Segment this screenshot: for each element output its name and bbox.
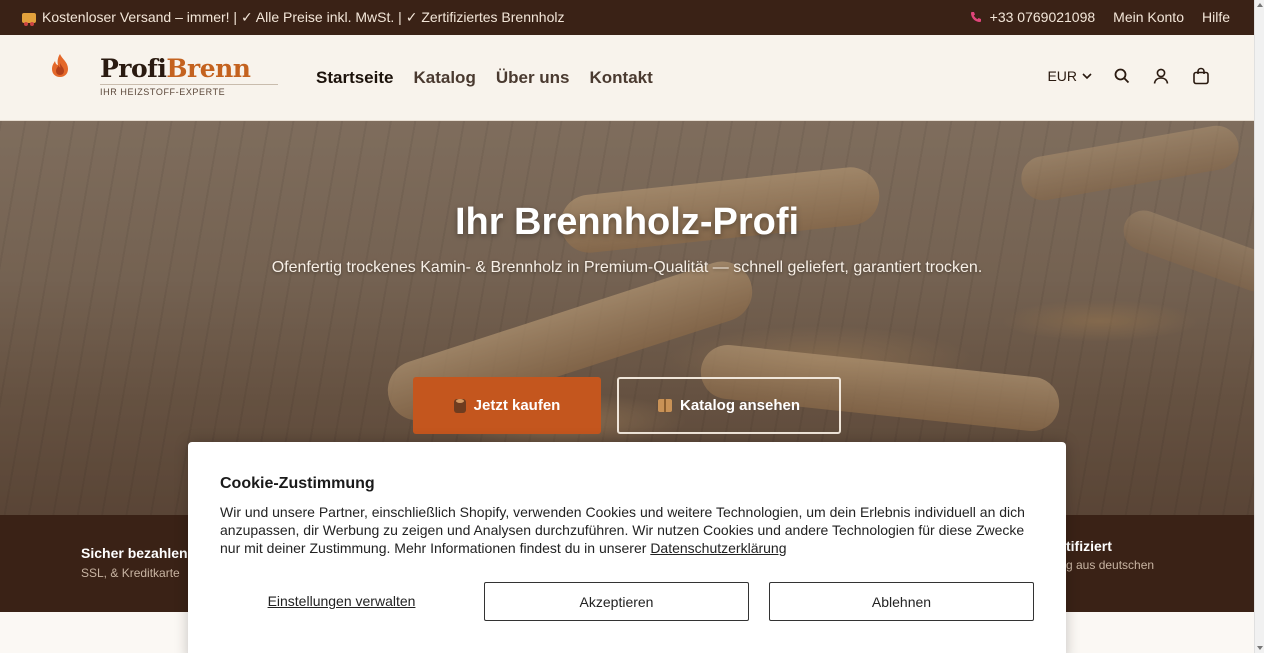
logo-divider: [100, 84, 278, 85]
scroll-up-icon[interactable]: [1257, 3, 1263, 7]
privacy-policy-link[interactable]: Datenschutzerklärung: [650, 540, 786, 556]
hero-title: Ihr Brennholz-Profi: [454, 201, 800, 243]
cookie-text: Wir und unsere Partner, einschließlich S…: [220, 503, 1040, 557]
phone-icon: [970, 12, 981, 22]
nav-kontakt[interactable]: Kontakt: [590, 68, 653, 88]
cookie-consent-dialog: Cookie-Zustimmung Wir und unsere Partner…: [188, 442, 1066, 653]
view-catalog-button[interactable]: Katalog ansehen: [617, 377, 841, 434]
announcement-text: Kostenloser Versand – immer! | ✓ Alle Pr…: [42, 9, 565, 25]
account-icon[interactable]: [1152, 67, 1170, 85]
search-icon[interactable]: [1114, 68, 1130, 84]
hero-subtitle: Ofenfertig trockenes Kamin- & Brennholz …: [271, 259, 983, 276]
header-tools: EUR: [1047, 67, 1210, 85]
scrollbar[interactable]: [1254, 0, 1264, 653]
view-catalog-label: Katalog ansehen: [679, 397, 801, 414]
main-nav: Startseite Katalog Über uns Kontakt: [316, 68, 653, 88]
cookie-title: Cookie-Zustimmung: [220, 475, 375, 492]
nav-startseite[interactable]: Startseite: [316, 68, 393, 88]
cookie-body: Wir und unsere Partner, einschließlich S…: [220, 504, 1025, 556]
logo-wordmark: ProfiBrenn: [100, 54, 251, 83]
manage-settings-button[interactable]: Einstellungen verwalten: [220, 582, 463, 620]
announcement-bar: Kostenloser Versand – immer! | ✓ Alle Pr…: [0, 0, 1254, 35]
package-icon: [657, 399, 672, 412]
trust-item-certified-subtitle: g aus deutschen: [1066, 558, 1155, 572]
phone-link[interactable]: +33 0769021098: [970, 9, 1096, 25]
account-link[interactable]: Mein Konto: [1113, 9, 1184, 25]
help-link[interactable]: Hilfe: [1202, 9, 1230, 25]
site-header: ProfiBrenn IHR HEIZSTOFF-EXPERTE Startse…: [0, 35, 1254, 121]
nav-katalog[interactable]: Katalog: [413, 68, 475, 88]
firewood-icon: [453, 398, 466, 413]
currency-selector[interactable]: EUR: [1047, 68, 1092, 84]
scroll-down-icon[interactable]: [1257, 646, 1263, 650]
chevron-down-icon: [1082, 72, 1092, 79]
accept-button[interactable]: Akzeptieren: [484, 582, 749, 621]
logo-word-part2: Brenn: [166, 54, 251, 83]
buy-now-label: Jetzt kaufen: [473, 397, 561, 414]
nav-ueber-uns[interactable]: Über uns: [496, 68, 570, 88]
flame-icon: [52, 54, 68, 77]
logo[interactable]: ProfiBrenn IHR HEIZSTOFF-EXPERTE: [48, 53, 280, 101]
topbar-links: +33 0769021098 Mein Konto Hilfe: [970, 9, 1230, 25]
trust-item-payment-subtitle: SSL, & Kreditkarte: [81, 566, 180, 580]
trust-item-certified-title: tifiziert: [1066, 538, 1112, 554]
phone-number: +33 0769021098: [989, 9, 1096, 25]
trust-item-payment-title: Sicher bezahlen: [81, 545, 188, 561]
announcement-message: Kostenloser Versand – immer! | ✓ Alle Pr…: [22, 9, 564, 26]
truck-icon: [22, 12, 36, 26]
currency-value: EUR: [1047, 68, 1077, 84]
buy-now-button[interactable]: Jetzt kaufen: [413, 377, 601, 434]
logo-word-part1: Profi: [100, 54, 167, 83]
decline-button[interactable]: Ablehnen: [769, 582, 1034, 621]
logo-tagline: IHR HEIZSTOFF-EXPERTE: [100, 87, 226, 97]
cart-icon[interactable]: [1192, 67, 1210, 85]
